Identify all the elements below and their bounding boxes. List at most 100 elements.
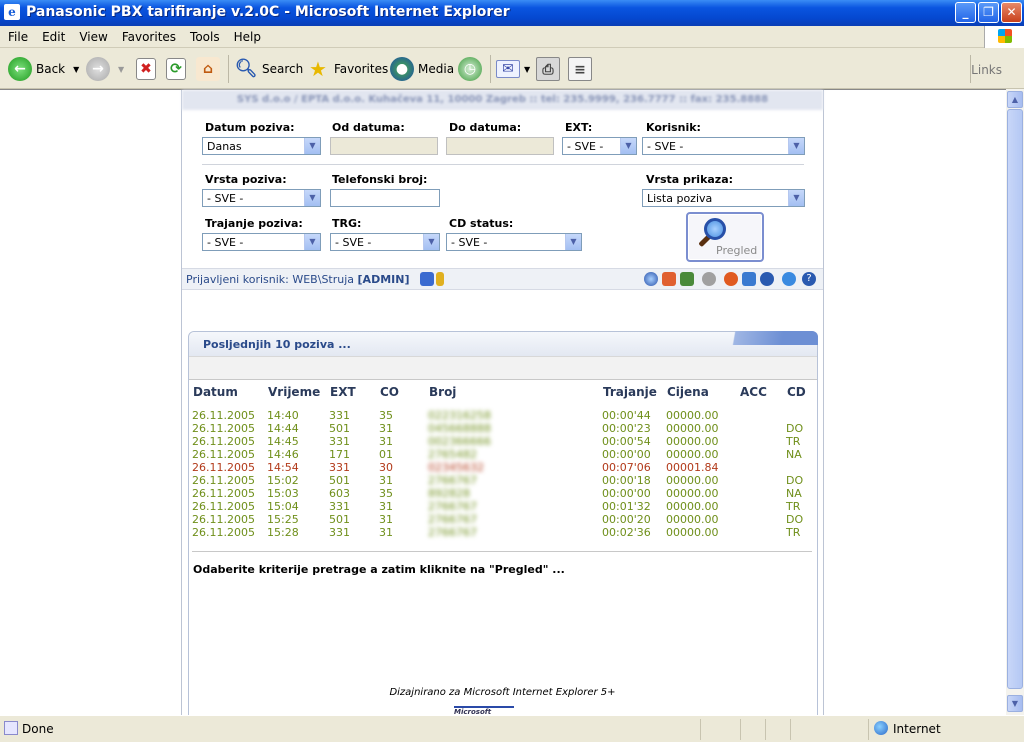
table-row[interactable]: 26.11.2005 14:40 331 35 022316258 00:00'44 000… [192, 409, 812, 422]
history-button[interactable]: ◷ [458, 55, 482, 83]
korisnik-select[interactable]: - SVE - ▼ [642, 137, 805, 155]
cell-cd: NA [786, 448, 802, 461]
vrsta-prikaza-value: Lista poziva [647, 192, 713, 205]
cell-co: 31 [379, 422, 393, 435]
forward-dropdown-icon[interactable]: ▼ [118, 65, 124, 74]
od-datuma-input[interactable] [330, 137, 438, 155]
cell-ext: 171 [329, 448, 350, 461]
menu-tools[interactable]: Tools [182, 26, 226, 44]
help-icon[interactable]: ? [802, 272, 816, 286]
cell-ext: 331 [329, 461, 350, 474]
trajanje-poziva-label: Trajanje poziva: [205, 217, 303, 230]
cell-cd: DO [786, 422, 804, 435]
windows-logo-icon [984, 26, 1024, 48]
switch-user-icon[interactable] [420, 272, 434, 286]
browser-viewport: SYS d.o.o / EPTA d.o.o. Kuhačeva 11, 100… [0, 89, 1006, 716]
vertical-scrollbar[interactable]: ▲ ▼ [1006, 89, 1024, 715]
cell-cijena: 00000.00 [666, 526, 719, 539]
panel-header-decoration [698, 331, 818, 345]
panel-header: Posljednjih 10 poziva ... [189, 331, 818, 356]
key-icon[interactable] [436, 272, 444, 286]
mail-dropdown-icon[interactable]: ▼ [524, 65, 530, 74]
cell-trajanje: 00:02'36 [602, 526, 651, 539]
chevron-down-icon: ▼ [788, 138, 804, 154]
table-row[interactable]: 26.11.2005 14:54 331 30 02345632 00:07'06 0000… [192, 461, 812, 474]
cell-trajanje: 00:00'54 [602, 435, 651, 448]
telefonski-broj-input[interactable] [330, 189, 440, 207]
pregled-button[interactable]: Pregled [686, 212, 764, 262]
column-cd: CD [787, 385, 806, 399]
trajanje-poziva-select[interactable]: - SVE - ▼ [202, 233, 321, 251]
cell-cijena: 00000.00 [666, 448, 719, 461]
panel-subbar [189, 356, 817, 380]
close-button[interactable]: ✕ [1001, 2, 1022, 23]
status-bar: Done Internet [0, 715, 1024, 742]
table-row[interactable]: 26.11.2005 14:46 171 01 2765482 00:00'00 00000… [192, 448, 812, 461]
cell-cijena: 00001.84 [666, 461, 719, 474]
do-datuma-input[interactable] [446, 137, 554, 155]
logged-user-name: WEB\Struja [292, 273, 355, 286]
links-bar[interactable]: Links [971, 63, 1002, 77]
users-icon[interactable] [680, 272, 694, 286]
search-icon[interactable] [644, 272, 658, 286]
scroll-up-icon[interactable]: ▲ [1007, 91, 1023, 108]
gear-icon[interactable] [702, 272, 716, 286]
cd-status-select[interactable]: - SVE - ▼ [446, 233, 582, 251]
media-icon: ● [390, 57, 414, 81]
cell-vrijeme: 15:28 [267, 526, 299, 539]
favorites-button[interactable]: ★ Favorites [306, 55, 388, 83]
edit-button[interactable]: ≡ [568, 55, 592, 83]
table-row[interactable]: 26.11.2005 14:44 501 31 045668888 00:00'23 000… [192, 422, 812, 435]
cell-cijena: 00000.00 [666, 500, 719, 513]
table-row[interactable]: 26.11.2005 15:04 331 31 2766767 00:01'32 00000… [192, 500, 812, 513]
logged-user-bar: Prijavljeni korisnik: WEB\Struja [ADMIN]… [182, 268, 823, 290]
back-button[interactable]: ← Back ▼ [8, 55, 79, 83]
vrsta-poziva-label: Vrsta poziva: [205, 173, 287, 186]
menu-view[interactable]: View [71, 26, 113, 44]
clock-icon[interactable] [724, 272, 738, 286]
table-row[interactable]: 26.11.2005 15:02 501 31 2766767 00:00'18 00000… [192, 474, 812, 487]
table-row[interactable]: 26.11.2005 15:03 603 35 892828 00:00'00 00000.… [192, 487, 812, 500]
vrsta-prikaza-select[interactable]: Lista poziva ▼ [642, 189, 805, 207]
vrsta-poziva-select[interactable]: - SVE - ▼ [202, 189, 321, 207]
ext-value: - SVE - [567, 140, 604, 153]
window-icon[interactable] [742, 272, 756, 286]
ext-select[interactable]: - SVE - ▼ [562, 137, 637, 155]
back-dropdown-icon[interactable]: ▼ [73, 65, 79, 74]
forward-button[interactable]: → ▼ [86, 55, 124, 83]
disk-icon[interactable] [760, 272, 774, 286]
refresh-button[interactable]: ⟳ [166, 55, 186, 83]
internet-zone-icon [874, 721, 888, 735]
menu-help[interactable]: Help [226, 26, 267, 44]
scroll-down-icon[interactable]: ▼ [1007, 695, 1023, 712]
print-button[interactable]: ⎙ [536, 55, 560, 83]
home-button[interactable]: ⌂ [196, 55, 220, 83]
datum-poziva-value: Danas [207, 140, 242, 153]
cell-ext: 603 [329, 487, 350, 500]
cell-co: 35 [379, 409, 393, 422]
title-bar: e Panasonic PBX tarifiranje v.2.0C - Mic… [0, 0, 1024, 26]
table-row[interactable]: 26.11.2005 15:28 331 31 2766767 00:02'36 00000… [192, 526, 812, 539]
search-button[interactable]: 🔍︎ Search [234, 55, 304, 83]
scroll-thumb[interactable] [1007, 109, 1023, 689]
maximize-button[interactable]: ❐ [978, 2, 999, 23]
datum-poziva-select[interactable]: Danas ▼ [202, 137, 321, 155]
media-button[interactable]: ● Media [390, 55, 454, 83]
trg-select[interactable]: - SVE - ▼ [330, 233, 440, 251]
cell-co: 30 [379, 461, 393, 474]
cell-datum: 26.11.2005 [192, 487, 255, 500]
cell-broj: 002366666 [428, 435, 491, 448]
cell-datum: 26.11.2005 [192, 461, 255, 474]
web-page: SYS d.o.o / EPTA d.o.o. Kuhačeva 11, 100… [181, 90, 824, 716]
table-row[interactable]: 26.11.2005 14:45 331 31 002366666 00:00'54 000… [192, 435, 812, 448]
mail-button[interactable]: ✉ ▼ [496, 55, 530, 83]
menu-favorites[interactable]: Favorites [114, 26, 182, 44]
menu-file[interactable]: File [0, 26, 34, 44]
table-row[interactable]: 26.11.2005 15:25 501 31 2766767 00:00'20 00000… [192, 513, 812, 526]
globe-icon[interactable] [782, 272, 796, 286]
menu-edit[interactable]: Edit [34, 26, 71, 44]
minimize-button[interactable]: _ [955, 2, 976, 23]
security-zone: Internet [893, 722, 941, 736]
home-icon[interactable] [662, 272, 676, 286]
stop-button[interactable]: ✖ [136, 55, 156, 83]
